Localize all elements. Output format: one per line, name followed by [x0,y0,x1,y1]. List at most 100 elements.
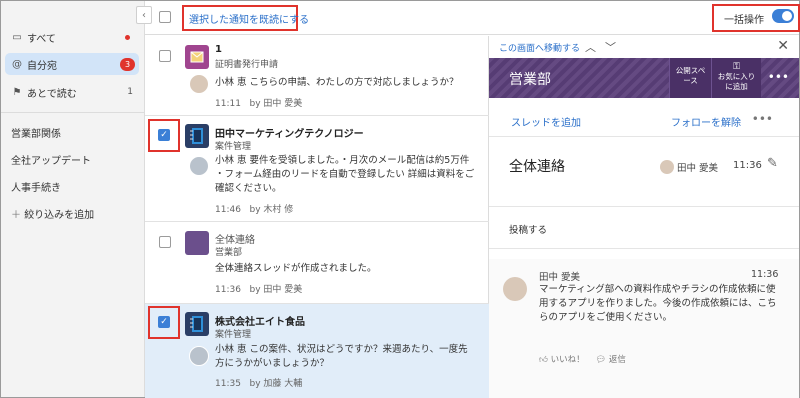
check-icon: ✓ [160,130,168,140]
notification-message: 小林 恵 この案件、状況はどうですか？来週あたり、一度先方にうかがいましょうか？ [215,344,468,369]
author: by 田中 愛美 [249,285,303,295]
sidebar-item-all[interactable]: ▭ すべて [5,26,139,48]
detail-panel: この画面へ移動する ︿ ﹀ ✕ 営業部 公開スペース ⚿ お気に入りに追加 ••… [489,36,799,398]
chevron-left-icon: ‹ [142,9,146,21]
comment: 田中 愛美 11:36 マーケティング部への資料作成やチラシの作成依頼に使用する… [489,259,799,398]
sidebar-item-read-later[interactable]: ⚑ あとで読む 1 [5,81,139,103]
divider [489,136,799,137]
filter-item[interactable]: 営業部関係 [11,125,61,140]
author: by 木村 修 [249,205,294,215]
notification-title: 田中マーケティングテクノロジー [215,129,364,140]
avatar [660,160,674,174]
time: 11:36 [215,285,241,295]
more-options-icon[interactable]: ••• [752,112,773,126]
add-thread-button[interactable]: スレッドを追加 [511,114,581,129]
comment-time: 11:36 [751,269,779,280]
speech-bubble-icon: 💬︎ [595,355,607,365]
edit-icon[interactable]: ✎ [767,156,778,171]
notification-row[interactable]: 1 証明書発行申請 小林 恵 こちらの申請、わたしの方で対応しましょうか？ 11… [145,36,489,116]
notification-list: 1 証明書発行申請 小林 恵 こちらの申請、わたしの方で対応しましょうか？ 11… [145,36,489,398]
collapse-sidebar-button[interactable]: ‹ [136,6,152,24]
notification-title: 株式会社エイト食品 [215,317,305,328]
space-name: 営業部 [509,72,551,88]
divider [489,206,799,207]
sidebar-item-mentions[interactable]: @ 自分宛 3 [5,53,139,75]
notification-meta: 11:36 by 田中 愛美 [215,282,302,295]
like-button[interactable]: 👍︎ いいね！ [539,355,585,365]
goto-link[interactable]: この画面へ移動する [499,41,580,54]
close-icon[interactable]: ✕ [777,38,789,54]
row-checkbox[interactable]: ✓ [158,316,170,328]
plus-icon: ＋ [11,210,25,221]
count-badge: 3 [120,57,135,71]
select-all-checkbox[interactable] [159,11,171,23]
unread-dot [125,34,130,40]
filter-item[interactable]: 人事手続き [11,179,61,194]
notification-row[interactable]: 全体連絡 営業部 全体連絡スレッドが作成されました。 11:36 by 田中 愛… [145,222,489,304]
bulk-action-label: 一括操作 [724,15,764,26]
sidebar-item-label: 自分宛 [27,60,57,72]
item-count: 1 [127,87,133,97]
key-icon: ⚿ [733,62,740,72]
notification-meta: 11:46 by 木村 修 [215,202,293,215]
thumbs-up-icon: 👍︎ [539,355,548,365]
time: 11:11 [215,99,241,109]
toolbar: 選択した通知を既読にする 一括操作 [145,1,800,35]
filter-item[interactable]: 全社アップデート [11,152,91,167]
notification-message: 小林 恵 要件を受領しました。・月次のメール配信は約5万件 ・フォーム経由のリー… [215,155,475,194]
chevron-up-icon[interactable]: ︿ [585,39,596,55]
notification-message: 全体連絡スレッドが作成されました。 [215,263,377,274]
sidebar-item-label: あとで読む [27,88,77,100]
reply-button[interactable]: 💬︎ 返信 [595,355,626,365]
like-label: いいね！ [550,355,585,365]
row-checkbox[interactable] [159,50,171,62]
certificate-app-icon [185,45,209,69]
notification-row[interactable]: ✓ 田中マーケティングテクノロジー 案件管理 小林 恵 要件を受領しました。・月… [145,116,489,222]
notification-meta: 11:11 by 田中 愛美 [215,96,302,109]
notification-row[interactable]: ✓ 株式会社エイト食品 案件管理 小林 恵 この案件、状況はどうですか？来週あた… [145,304,489,398]
notification-app: 営業部 [215,248,243,258]
panel-header: この画面へ移動する ︿ ﹀ ✕ [489,36,799,58]
comment-body: マーケティング部への資料作成やチラシの作成依頼に使用するアプリを作りました。今後… [539,284,777,323]
notification-app: 案件管理 [215,142,252,152]
author: by 加藤 大輔 [249,379,303,389]
notification-meta: 11:35 by 加藤 大輔 [215,376,302,389]
notebook-app-icon [185,124,209,148]
time: 11:35 [215,379,241,389]
sidebar: ▭ すべて @ 自分宛 3 ⚑ あとで読む 1 営業部関係 全社アップデート 人… [1,1,145,397]
space-icon [185,231,209,255]
notebook-app-icon [185,312,209,336]
add-filter-button[interactable]: ＋ 絞り込みを追加 [11,206,94,221]
add-filter-label: 絞り込みを追加 [24,210,95,221]
comment-actions: 👍︎ いいね！ 💬︎ 返信 [539,353,626,365]
thread-time: 11:36 [733,160,762,171]
more-icon[interactable]: ••• [768,70,789,84]
sidebar-item-label: すべて [27,33,56,45]
comment-author[interactable]: 田中 愛美 [539,269,580,283]
avatar [189,346,209,366]
space-banner: 営業部 公開スペース ⚿ お気に入りに追加 ••• [489,58,799,98]
notification-title: 1 [215,44,222,55]
mark-read-button[interactable]: 選択した通知を既読にする [189,11,309,26]
notification-app: 証明書発行申請 [215,60,279,70]
chevron-down-icon[interactable]: ﹀ [605,39,616,55]
public-space-button[interactable]: 公開スペース [669,58,711,98]
unfollow-button[interactable]: フォローを解除 [671,114,741,129]
notification-title: 全体連絡 [215,235,255,246]
avatar [189,156,209,176]
bulk-action-toggle[interactable] [772,9,794,23]
check-icon: ✓ [160,317,168,327]
thread-author[interactable]: 田中 愛美 [677,160,718,174]
flag-icon: ⚑ [12,86,22,98]
public-space-label: 公開スペース [675,66,706,85]
favorite-button[interactable]: ⚿ お気に入りに追加 [711,58,761,98]
row-checkbox[interactable] [159,236,171,248]
avatar [189,74,209,94]
avatar [503,277,527,301]
post-button[interactable]: 投稿する [509,222,547,236]
inbox-icon: ▭ [12,31,22,43]
divider [1,112,145,113]
row-checkbox[interactable]: ✓ [158,129,170,141]
notification-app: 案件管理 [215,330,252,340]
author: by 田中 愛美 [249,99,303,109]
